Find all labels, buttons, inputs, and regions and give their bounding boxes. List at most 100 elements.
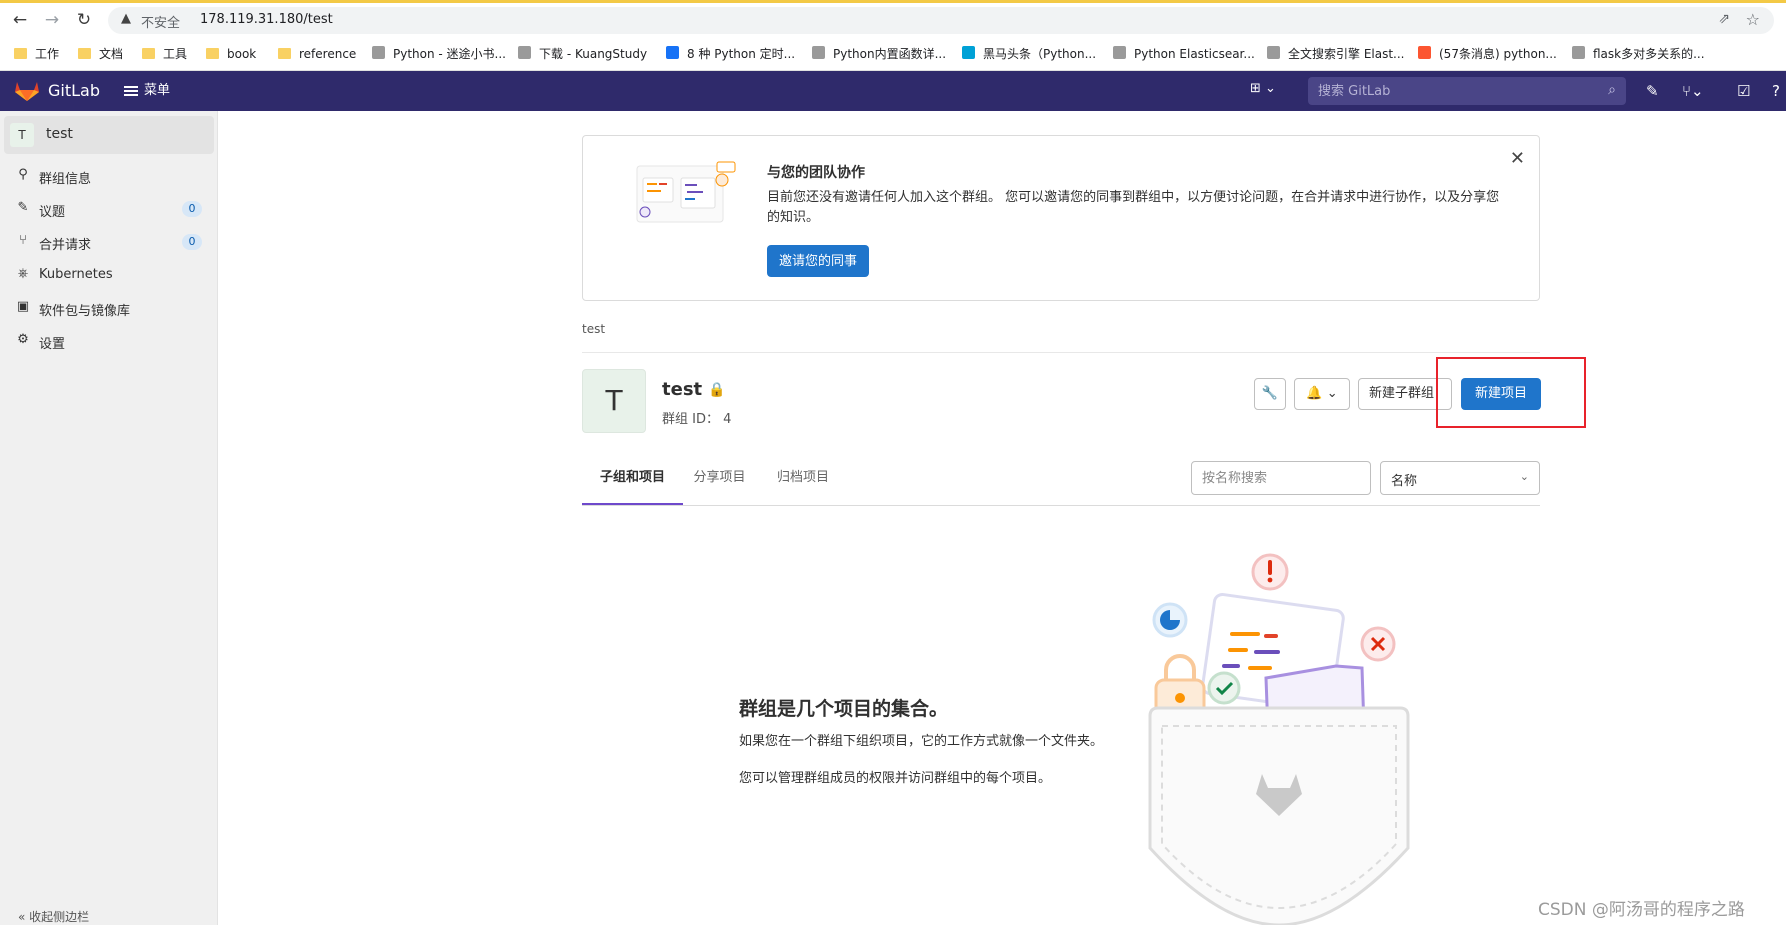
sidebar-item-label: 合并请求 <box>39 238 92 253</box>
bookmark-label: 黑马头条（Python... <box>983 47 1097 61</box>
group-avatar: T <box>582 369 646 433</box>
tab-label: 子组和项目 <box>599 470 665 485</box>
sidebar-item-3[interactable]: ⎈ Kubernetes <box>4 260 214 290</box>
site-icon <box>812 46 825 59</box>
bookmark-label: (57条消息) python... <box>1439 47 1557 61</box>
bookmark-item[interactable]: 文档 <box>78 45 123 63</box>
bookmark-label: flask多对多关系的... <box>1593 47 1705 61</box>
bookmark-item[interactable]: 全文搜索引擎 Elast... <box>1267 45 1405 63</box>
bookmark-item[interactable]: 8 种 Python 定时... <box>666 45 795 63</box>
site-icon <box>1113 46 1126 59</box>
bookmark-label: book <box>227 47 257 61</box>
bookmark-label: Python内置函数详... <box>833 47 947 61</box>
tab-2[interactable]: 归档项目 <box>772 469 834 505</box>
annotation-highlight-box <box>1436 357 1586 428</box>
sidebar-context-header[interactable]: T test <box>4 116 214 154</box>
bookmark-label: reference <box>299 47 357 61</box>
package-icon: ▣ <box>16 299 30 314</box>
bookmark-star-icon[interactable]: ☆ <box>1746 10 1760 29</box>
sidebar-item-5[interactable]: ⚙ 设置 <box>4 326 214 356</box>
group-info-icon: ⚲ <box>18 167 28 182</box>
sidebar-item-1[interactable]: ✎ 议题 0 <box>4 194 214 224</box>
bookmark-item[interactable]: Python Elasticsear... <box>1113 45 1255 63</box>
sidebar-item-0[interactable]: ⚲ 群组信息 <box>4 161 214 191</box>
reload-icon[interactable]: ↻ <box>74 10 94 30</box>
warning-triangle-icon: ▲ <box>121 11 131 26</box>
bookmark-label: 文档 <box>99 47 124 61</box>
main-menu-button[interactable]: 菜单 <box>124 79 170 103</box>
bookmark-label: 工具 <box>163 47 188 61</box>
count-badge: 0 <box>182 201 202 217</box>
global-search[interactable]: ⌕ <box>1308 77 1626 105</box>
back-arrow-icon[interactable]: ← <box>10 10 30 30</box>
count-badge: 0 <box>182 234 202 250</box>
bell-icon: 🔔 <box>1306 386 1323 401</box>
url-text[interactable]: 178.119.31.180/test <box>200 12 333 27</box>
issues-header-icon[interactable]: ✎ <box>1646 81 1659 101</box>
gitlab-brand[interactable]: GitLab <box>48 81 100 100</box>
create-new-dropdown[interactable]: ⊞ ⌄ <box>1250 81 1276 96</box>
invite-members-banner: 与您的团队协作 目前您还没有邀请任何人加入这个群组。 您可以邀请您的同事到群组中… <box>582 135 1540 301</box>
group-id-label: 群组 ID： 4 <box>662 412 732 427</box>
filter-by-name-input[interactable] <box>1191 461 1371 495</box>
bookmark-item[interactable]: Python内置函数详... <box>812 45 946 63</box>
group-settings-button[interactable]: 🔧 <box>1254 378 1286 410</box>
group-sidebar: T test ⚲ 群组信息 ✎ 议题 0 ⑂ 合并请求 0 ⎈ Kubernetes ▣ 软件包与镜像… <box>0 111 218 925</box>
merge-request-icon: ⑂ <box>19 233 27 248</box>
invite-colleagues-button[interactable]: 邀请您的同事 <box>767 245 870 277</box>
bookmark-item[interactable]: 下载 - KuangStudy <box>518 45 647 63</box>
bookmark-item[interactable]: reference <box>278 45 356 63</box>
bookmark-item[interactable]: (57条消息) python... <box>1418 45 1557 63</box>
notification-settings-button[interactable]: 🔔 ⌄ <box>1294 378 1350 410</box>
kubernetes-icon: ⎈ <box>17 266 29 281</box>
site-icon <box>372 46 385 59</box>
site-icon <box>1267 46 1280 59</box>
bookmark-label: 下载 - KuangStudy <box>539 47 648 61</box>
folder-icon <box>142 48 155 59</box>
plus-square-icon: ⊞ <box>1250 81 1261 96</box>
sidebar-item-label: 议题 <box>39 205 66 220</box>
bookmark-item[interactable]: book <box>206 45 256 63</box>
gitlab-logo-icon[interactable] <box>14 80 40 102</box>
group-avatar-small: T <box>10 123 34 147</box>
bookmark-item[interactable]: flask多对多关系的... <box>1572 45 1705 63</box>
bookmark-label: Python Elasticsear... <box>1134 47 1255 61</box>
bookmark-item[interactable]: 工具 <box>142 45 187 63</box>
empty-state-title: 群组是几个项目的集合。 <box>739 698 949 720</box>
search-input[interactable] <box>1308 77 1626 105</box>
folder-icon <box>278 48 291 59</box>
tab-1[interactable]: 分享项目 <box>683 469 756 505</box>
search-icon: ⌕ <box>1608 82 1616 98</box>
zhihu-icon <box>666 46 679 59</box>
close-icon[interactable]: ✕ <box>1510 150 1525 168</box>
invite-description: 目前您还没有邀请任何人加入这个群组。 您可以邀请您的同事到群组中，以方便讨论问题… <box>767 190 1500 225</box>
sort-value: 名称 <box>1391 474 1418 489</box>
bookmark-item[interactable]: 黑马头条（Python... <box>962 45 1096 63</box>
folder-icon <box>206 48 219 59</box>
chevron-down-icon: ⌄ <box>1519 470 1529 483</box>
sort-dropdown[interactable]: 名称 ⌄ <box>1380 461 1540 495</box>
bookmark-item[interactable]: 工作 <box>14 45 59 63</box>
hamburger-icon <box>124 84 138 98</box>
todo-checkbox-icon[interactable]: ☑ <box>1737 81 1750 101</box>
sidebar-item-2[interactable]: ⑂ 合并请求 0 <box>4 227 214 257</box>
wrench-icon: 🔧 <box>1261 386 1279 401</box>
collapse-sidebar-link[interactable]: « 收起侧边栏 <box>18 908 89 925</box>
site-icon <box>518 46 531 59</box>
bookmark-item[interactable]: Python - 迷途小书... <box>372 45 506 63</box>
invite-title: 与您的团队协作 <box>767 165 865 181</box>
bookmarks-bar: 工作 文档 工具 book reference Python - 迷途小书... 下载 - … <box>0 37 1786 71</box>
tab-0[interactable]: 子组和项目 <box>582 469 683 505</box>
bilibili-icon <box>962 46 975 59</box>
breadcrumb[interactable]: test <box>582 322 605 336</box>
address-bar[interactable]: ▲ 不安全 178.119.31.180/test ⇗ ☆ <box>108 7 1774 34</box>
share-icon[interactable]: ⇗ <box>1718 11 1730 27</box>
tab-label: 归档项目 <box>776 470 829 485</box>
forward-arrow-icon[interactable]: → <box>42 10 62 30</box>
sidebar-item-label: 软件包与镜像库 <box>39 304 131 319</box>
sidebar-item-4[interactable]: ▣ 软件包与镜像库 <box>4 293 214 323</box>
help-icon[interactable]: ? <box>1772 81 1780 101</box>
group-title: test <box>662 379 703 400</box>
chevron-down-icon: ⌄ <box>1326 386 1338 401</box>
merge-requests-header-icon[interactable]: ⑂⌄ <box>1682 81 1704 101</box>
